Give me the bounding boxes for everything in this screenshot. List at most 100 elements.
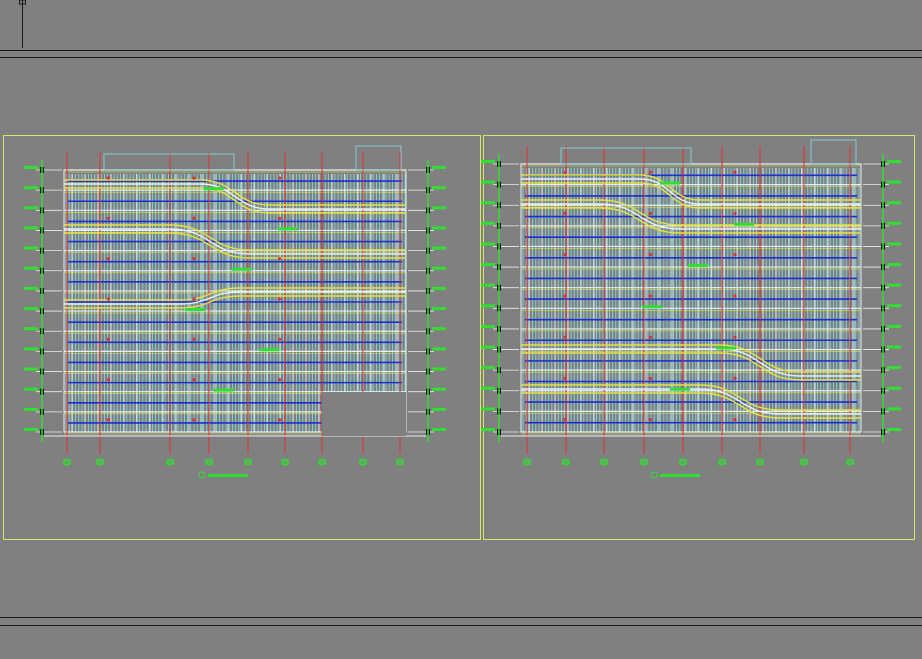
- ramp-line: [64, 287, 406, 301]
- annotation: [688, 264, 708, 268]
- level-label: [481, 366, 495, 370]
- level-label: [887, 283, 901, 287]
- axis-label: [244, 459, 252, 465]
- level-label: [24, 286, 38, 290]
- axis-label: [756, 459, 764, 465]
- level-label: [887, 304, 901, 308]
- annotation: [277, 227, 298, 231]
- level-label: [887, 386, 901, 390]
- level-label: [24, 166, 38, 169]
- level-label: [24, 307, 38, 311]
- roof-parapet: [103, 153, 235, 171]
- drawing-title-bar: [660, 474, 700, 477]
- axis-label: [846, 459, 854, 465]
- roof-parapet: [560, 147, 692, 165]
- level-label: [432, 166, 446, 169]
- level-label: [887, 160, 901, 163]
- annotation: [203, 187, 224, 191]
- level-label: [481, 160, 495, 163]
- level-label: [432, 307, 446, 311]
- ramp-curves: [64, 179, 406, 309]
- axis-label: [640, 459, 648, 465]
- level-label: [481, 283, 495, 287]
- drawing-title-bar: [208, 474, 248, 477]
- step-cutout: [322, 392, 406, 436]
- axis-label: [600, 459, 608, 465]
- level-label: [432, 246, 446, 250]
- level-label: [887, 345, 901, 349]
- annotation: [734, 222, 754, 226]
- level-label: [481, 304, 495, 308]
- level-label: [24, 246, 38, 250]
- level-label: [432, 266, 446, 270]
- level-label: [432, 226, 446, 230]
- axis-label: [63, 459, 71, 465]
- cad-model-space[interactable]: [0, 0, 922, 659]
- level-label: [24, 226, 38, 230]
- level-label: [432, 407, 446, 411]
- level-label: [481, 201, 495, 205]
- level-label: [481, 263, 495, 267]
- level-label: [432, 206, 446, 210]
- level-label: [481, 324, 495, 328]
- level-label: [887, 242, 901, 246]
- annotation: [660, 181, 680, 185]
- axis-label: [205, 459, 213, 465]
- axis-label: [800, 459, 808, 465]
- level-label: [24, 186, 38, 190]
- annotation: [670, 387, 690, 391]
- level-label: [432, 186, 446, 190]
- level-label: [24, 266, 38, 270]
- annotation: [185, 308, 206, 312]
- grid-axes: [523, 146, 854, 466]
- level-label: [24, 428, 38, 431]
- level-label: [887, 201, 901, 205]
- axis-label: [718, 459, 726, 465]
- level-label: [481, 221, 495, 225]
- level-label: [481, 428, 495, 431]
- axis-label: [523, 459, 531, 465]
- level-label: [24, 327, 38, 331]
- axis-label: [96, 459, 104, 465]
- annotation: [716, 346, 736, 350]
- level-label: [24, 407, 38, 411]
- level-marks: [481, 153, 901, 443]
- axis-label: [562, 459, 570, 465]
- annotation: [259, 348, 280, 352]
- level-label: [432, 327, 446, 331]
- level-label: [887, 324, 901, 328]
- level-label: [887, 263, 901, 267]
- level-label: [481, 180, 495, 184]
- roof-structure: [810, 139, 857, 165]
- level-label: [887, 366, 901, 370]
- level-label: [887, 428, 901, 431]
- level-label: [432, 347, 446, 351]
- level-label: [887, 221, 901, 225]
- elevation-drawing-left: [24, 145, 446, 479]
- level-label: [481, 407, 495, 411]
- level-label: [432, 428, 446, 431]
- ucs-icon: [19, 0, 26, 48]
- level-label: [887, 407, 901, 411]
- axis-label: [359, 459, 367, 465]
- drawing-title-symbol: [198, 471, 206, 479]
- level-label: [24, 347, 38, 351]
- axis-label: [318, 459, 326, 465]
- elevation-drawing-right: [481, 139, 901, 479]
- annotation: [231, 267, 252, 271]
- level-label: [481, 345, 495, 349]
- level-label: [24, 387, 38, 391]
- level-label: [24, 206, 38, 210]
- axis-label: [679, 459, 687, 465]
- axis-label: [166, 459, 174, 465]
- level-label: [481, 242, 495, 246]
- level-label: [432, 367, 446, 371]
- level-label: [432, 286, 446, 290]
- level-label: [24, 367, 38, 371]
- annotation: [642, 305, 662, 309]
- drawing-title-symbol: [650, 471, 658, 479]
- level-label: [887, 180, 901, 184]
- axis-label: [281, 459, 289, 465]
- annotation: [213, 388, 234, 392]
- axis-label: [396, 459, 404, 465]
